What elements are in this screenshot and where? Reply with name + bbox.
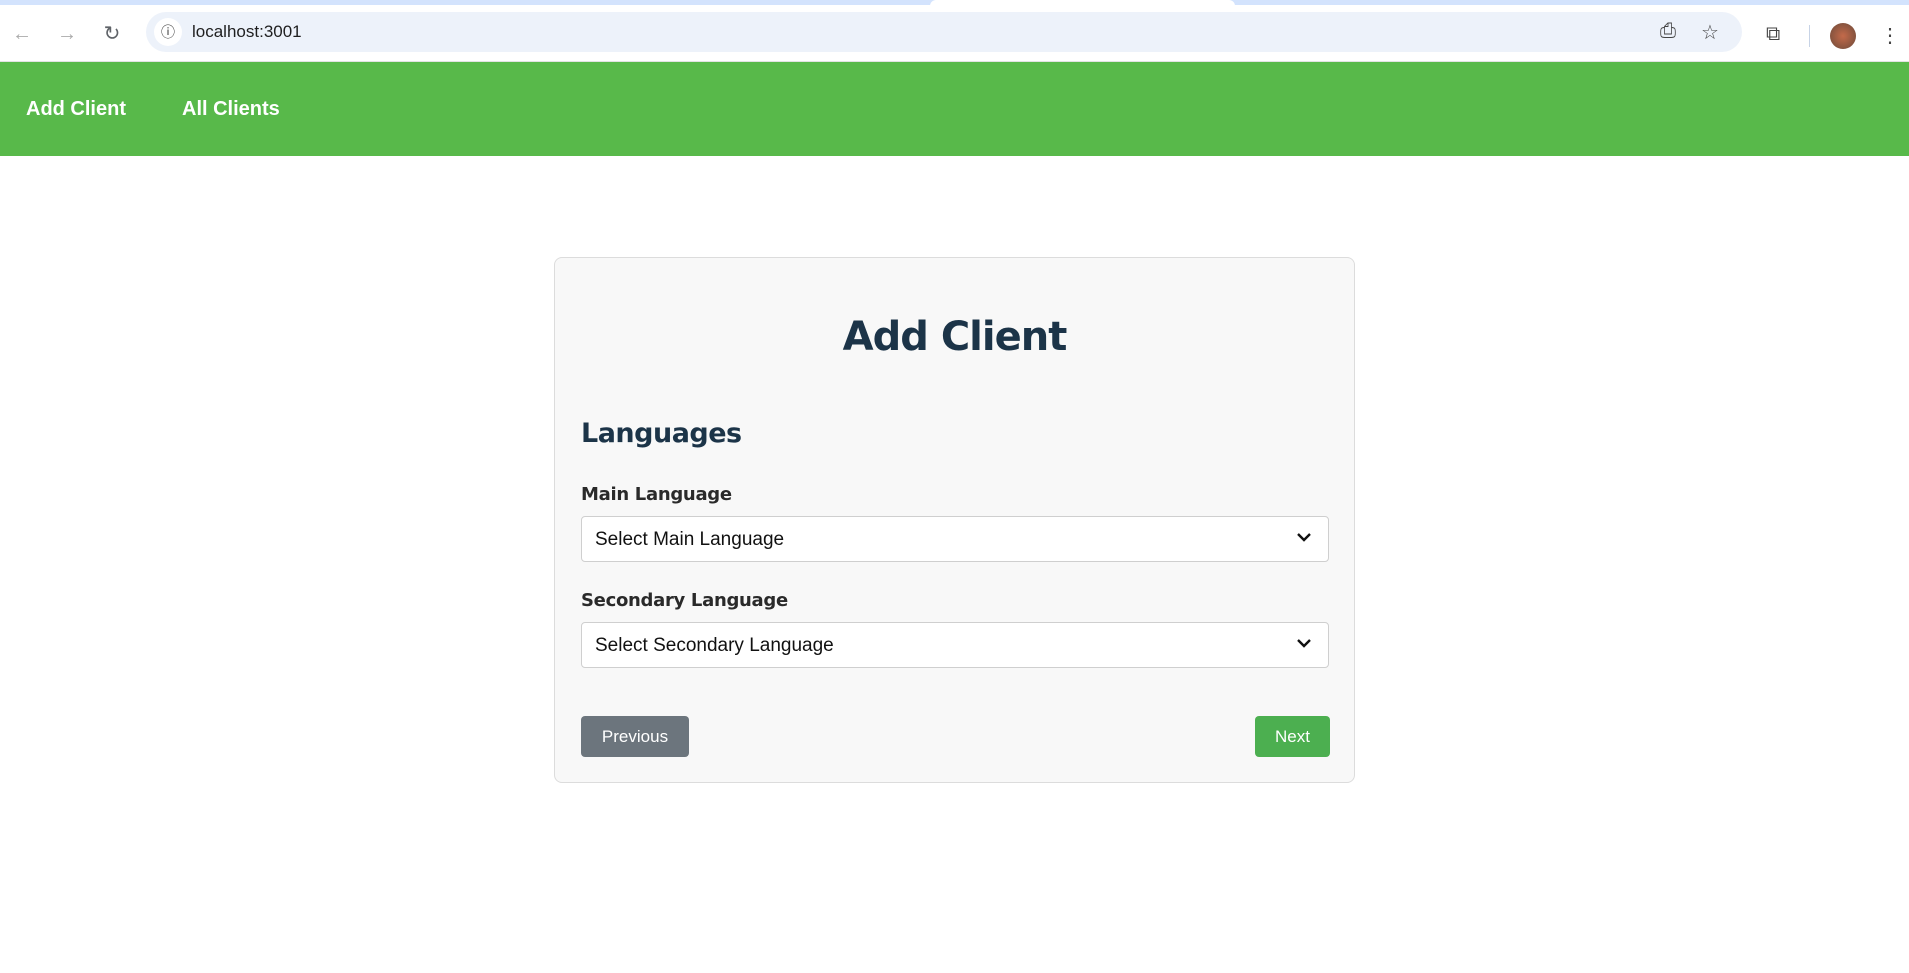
page-title: Add Client	[842, 314, 1068, 360]
install-icon[interactable]: ⎙	[1660, 20, 1676, 43]
secondary-language-value: Select Secondary Language	[595, 635, 834, 656]
star-icon[interactable]: ☆	[1701, 20, 1719, 45]
forward-icon[interactable]: →	[55, 22, 79, 46]
extensions-icon[interactable]: ⧉	[1766, 23, 1780, 46]
main-language-select[interactable]: Select Main Language	[581, 516, 1329, 562]
more-icon[interactable]: ⋮	[1880, 23, 1900, 48]
back-icon[interactable]: ←	[10, 22, 34, 46]
nav-all-clients[interactable]: All Clients	[182, 98, 280, 121]
secondary-language-label: Secondary Language	[581, 590, 788, 611]
address-bar[interactable]: ⓘ localhost:3001 ⎙ ☆	[146, 12, 1742, 52]
secondary-language-select[interactable]: Select Secondary Language	[581, 622, 1329, 668]
toolbar-divider	[1809, 25, 1810, 47]
reload-icon[interactable]: ↻	[100, 22, 124, 46]
chevron-down-icon	[1297, 639, 1311, 648]
url-text[interactable]: localhost:3001	[192, 22, 302, 42]
profile-avatar[interactable]	[1830, 23, 1856, 49]
add-client-card: Add Client Languages Main Language Selec…	[554, 257, 1355, 783]
previous-button[interactable]: Previous	[581, 716, 689, 757]
main-language-label: Main Language	[581, 484, 732, 505]
browser-toolbar: ← → ↻ ⓘ localhost:3001 ⎙ ☆ ⧉ ⋮	[0, 5, 1909, 62]
info-icon[interactable]: ⓘ	[154, 18, 182, 46]
main-language-value: Select Main Language	[595, 529, 785, 550]
next-button[interactable]: Next	[1255, 716, 1330, 757]
nav-add-client[interactable]: Add Client	[26, 98, 126, 121]
chevron-down-icon	[1297, 533, 1311, 542]
section-heading: Languages	[581, 418, 742, 449]
top-nav: Add Client All Clients	[0, 62, 1909, 156]
